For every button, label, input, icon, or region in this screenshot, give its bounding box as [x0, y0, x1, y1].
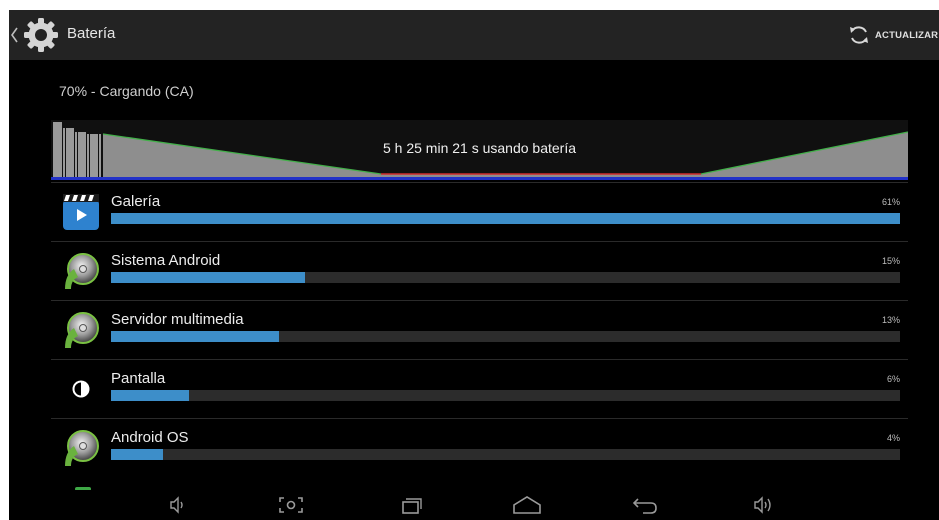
usage-bar-track — [111, 272, 900, 283]
app-name: Galería — [111, 193, 161, 210]
list-item[interactable]: Servidor multimedia 13% — [51, 300, 908, 358]
list-item[interactable]: Pantalla 6% — [51, 359, 908, 417]
list-item[interactable]: Galería 61% — [51, 182, 908, 240]
app-name: Servidor multimedia — [111, 311, 244, 328]
usage-bar-fill — [111, 331, 280, 342]
up-caret-icon[interactable] — [10, 24, 20, 46]
usage-bar-track — [111, 213, 900, 224]
usage-bar-track — [111, 390, 900, 401]
app-name: Pantalla — [111, 370, 166, 387]
app-name: Android OS — [111, 429, 189, 446]
list-item[interactable]: Android OS 4% — [51, 418, 908, 476]
usage-percent: 4% — [886, 433, 900, 443]
home-icon[interactable] — [512, 494, 542, 516]
usage-percent: 61% — [881, 197, 900, 207]
recent-apps-icon[interactable] — [396, 494, 426, 516]
refresh-button[interactable]: ACTUALIZAR — [847, 22, 938, 48]
settings-gear-icon[interactable] — [21, 15, 61, 55]
usage-percent: 15% — [881, 256, 900, 266]
row-divider — [51, 300, 908, 301]
battery-usage-duration: 5 h 25 min 21 s usando batería — [382, 140, 577, 156]
android-system-icon — [59, 308, 103, 352]
screenshot-icon[interactable] — [276, 494, 306, 516]
action-bar: Batería ACTUALIZAR — [9, 10, 939, 60]
back-icon[interactable] — [629, 494, 659, 516]
navigation-bar — [9, 490, 939, 520]
volume-up-icon[interactable] — [749, 494, 779, 516]
battery-status: 70% - Cargando (CA) — [59, 83, 194, 99]
page-title: Batería — [67, 25, 116, 42]
gallery-icon — [59, 190, 103, 234]
android-system-icon — [59, 426, 103, 470]
volume-down-icon[interactable] — [161, 494, 191, 516]
usage-bar-track — [111, 449, 900, 460]
row-divider — [51, 241, 908, 242]
row-divider — [51, 182, 908, 183]
usage-bar-fill — [111, 213, 900, 224]
row-divider — [51, 418, 908, 419]
usage-bar-fill — [111, 390, 189, 401]
refresh-label: ACTUALIZAR — [875, 29, 939, 41]
list-item[interactable]: Sistema Android 15% — [51, 241, 908, 299]
android-system-icon — [59, 249, 103, 293]
brightness-icon — [59, 367, 103, 411]
usage-percent: 13% — [881, 315, 900, 325]
usage-bar-fill — [111, 272, 306, 283]
android-screen: Batería ACTUALIZAR 70% - Cargando (CA) 5… — [9, 10, 939, 520]
usage-bar-track — [111, 331, 900, 342]
refresh-icon — [850, 26, 868, 44]
usage-percent: 6% — [886, 374, 900, 384]
app-name: Sistema Android — [111, 252, 221, 269]
row-divider — [51, 359, 908, 360]
usage-bar-fill — [111, 449, 163, 460]
